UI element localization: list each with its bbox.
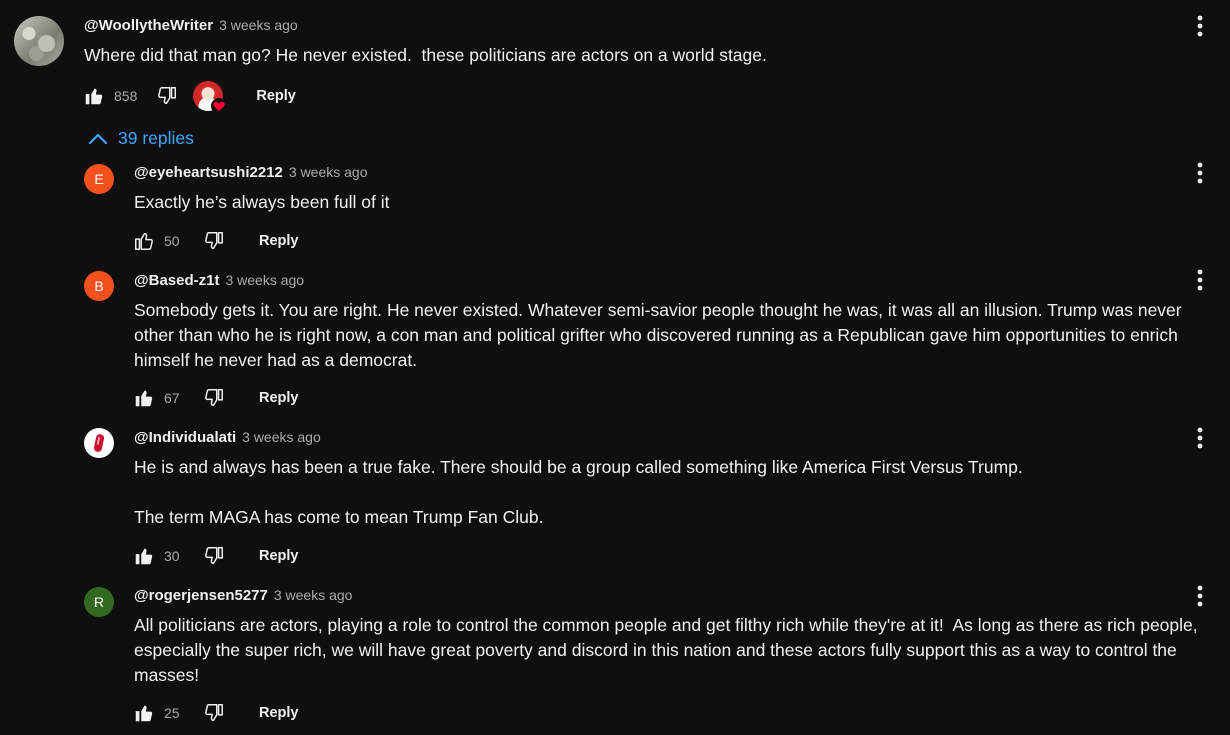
replies-count-label: 39 replies [118, 128, 194, 148]
like-count: 50 [164, 233, 180, 249]
more-vert-icon [1190, 426, 1210, 450]
more-actions-button[interactable] [1190, 426, 1210, 450]
comment-actions: 858 Reply [82, 81, 296, 114]
like-count: 25 [164, 705, 180, 721]
like-button[interactable] [132, 701, 156, 725]
more-vert-icon [1190, 161, 1210, 185]
comment-header: @eyeheartsushi2212 3 weeks ago [134, 164, 368, 181]
comment-timestamp[interactable]: 3 weeks ago [225, 272, 304, 288]
dislike-button[interactable] [155, 84, 179, 108]
comment-author[interactable]: @eyeheartsushi2212 [134, 164, 283, 181]
like-button[interactable] [132, 229, 156, 253]
like-count: 858 [114, 88, 138, 104]
comment-actions: 30 Reply [132, 544, 299, 568]
thumb-down-icon [203, 387, 225, 409]
thumb-down-icon [203, 545, 225, 567]
replies-toggle-button[interactable]: 39 replies [88, 128, 194, 149]
thumb-up-outline-icon [133, 230, 155, 252]
more-vert-icon [1190, 14, 1210, 38]
comment-text: He is and always has been a true fake. T… [134, 457, 1023, 527]
creator-heart-badge [193, 81, 228, 114]
comment-actions: 25 Reply [132, 701, 299, 725]
comment-header: @Individualati 3 weeks ago [134, 429, 321, 446]
more-actions-button[interactable] [1190, 584, 1210, 608]
reply-button[interactable]: Reply [259, 390, 299, 406]
avatar-initial: R [93, 594, 105, 610]
comment-header: @WoollytheWriter 3 weeks ago [84, 17, 298, 34]
thumb-down-icon [203, 702, 225, 724]
dislike-button[interactable] [202, 701, 226, 725]
more-actions-button[interactable] [1190, 268, 1210, 292]
comment-timestamp[interactable]: 3 weeks ago [274, 587, 353, 603]
avatar[interactable] [84, 428, 114, 458]
thumb-up-icon [133, 545, 155, 567]
comment-text: Where did that man go? He never existed.… [84, 45, 767, 65]
comment-header: @Based-z1t 3 weeks ago [134, 272, 304, 289]
comment-author[interactable]: @Individualati [134, 429, 236, 446]
thumb-down-icon [156, 85, 178, 107]
thumb-up-icon [133, 387, 155, 409]
comment-timestamp[interactable]: 3 weeks ago [219, 17, 298, 33]
dislike-button[interactable] [202, 229, 226, 253]
more-vert-icon [1190, 268, 1210, 292]
comment-timestamp[interactable]: 3 weeks ago [289, 164, 368, 180]
comment-thread: @WoollytheWriter 3 weeks ago Where did t… [0, 0, 1230, 735]
creator-heart-icon [211, 98, 228, 114]
comment-timestamp[interactable]: 3 weeks ago [242, 429, 321, 445]
red-pill-icon [93, 434, 105, 452]
like-count: 30 [164, 548, 180, 564]
like-button[interactable] [132, 386, 156, 410]
reply-button[interactable]: Reply [259, 548, 299, 564]
thumb-down-icon [203, 230, 225, 252]
dislike-button[interactable] [202, 544, 226, 568]
comment-author[interactable]: @Based-z1t [134, 272, 219, 289]
reply-button[interactable]: Reply [259, 233, 299, 249]
user-photo-avatar[interactable] [14, 16, 64, 66]
avatar-initial: E [94, 171, 104, 187]
like-count: 67 [164, 390, 180, 406]
reply-button[interactable]: Reply [256, 88, 296, 104]
comment-text: Somebody gets it. You are right. He neve… [134, 300, 1187, 370]
dislike-button[interactable] [202, 386, 226, 410]
more-vert-icon [1190, 584, 1210, 608]
comment-author[interactable]: @WoollytheWriter [84, 17, 213, 34]
comment-actions: 67 Reply [132, 386, 299, 410]
like-button[interactable] [132, 544, 156, 568]
avatar-initial: B [94, 278, 104, 294]
comment-actions: 50 Reply [132, 229, 299, 253]
avatar[interactable]: R [84, 587, 114, 617]
thumb-up-icon [83, 85, 105, 107]
more-actions-button[interactable] [1190, 14, 1210, 38]
like-button[interactable] [82, 84, 106, 108]
comment-header: @rogerjensen5277 3 weeks ago [134, 587, 352, 604]
comment-text: Exactly he’s always been full of it [134, 192, 390, 212]
avatar[interactable]: B [84, 271, 114, 301]
thumb-up-icon [133, 702, 155, 724]
more-actions-button[interactable] [1190, 161, 1210, 185]
comment-author[interactable]: @rogerjensen5277 [134, 587, 268, 604]
reply-button[interactable]: Reply [259, 705, 299, 721]
comment-text: All politicians are actors, playing a ro… [134, 615, 1203, 685]
chevron-up-icon [88, 133, 108, 144]
avatar[interactable]: E [84, 164, 114, 194]
